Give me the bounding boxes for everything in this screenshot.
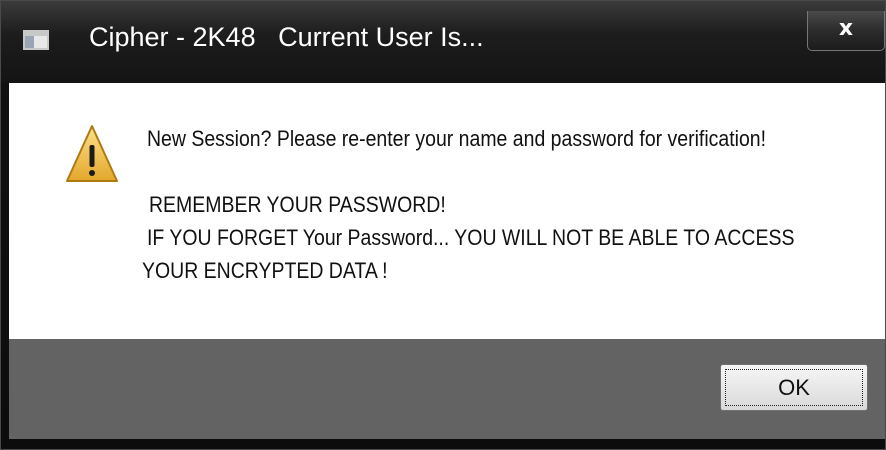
message-line-3: IF YOU FORGET Your Password... YOU WILL …: [147, 225, 795, 250]
window-title: Cipher - 2K48 Current User Is...: [89, 22, 484, 52]
message-area: [9, 83, 885, 339]
title-bar[interactable]: Cipher - 2K48 Current User Is... x: [1, 1, 885, 83]
message-line-2: REMEMBER YOUR PASSWORD!: [149, 192, 446, 217]
message-line-1: New Session? Please re-enter your name a…: [147, 126, 767, 151]
dialog-window: Cipher - 2K48 Current User Is... x New S…: [0, 0, 886, 450]
message-line-4: YOUR ENCRYPTED DATA !: [142, 258, 388, 283]
close-icon: x: [838, 16, 854, 41]
ok-button[interactable]: OK: [720, 364, 868, 411]
app-window-icon[interactable]: [23, 30, 49, 50]
close-button[interactable]: x: [807, 11, 885, 51]
warning-icon: [66, 125, 118, 182]
ok-button-label: OK: [778, 375, 810, 400]
